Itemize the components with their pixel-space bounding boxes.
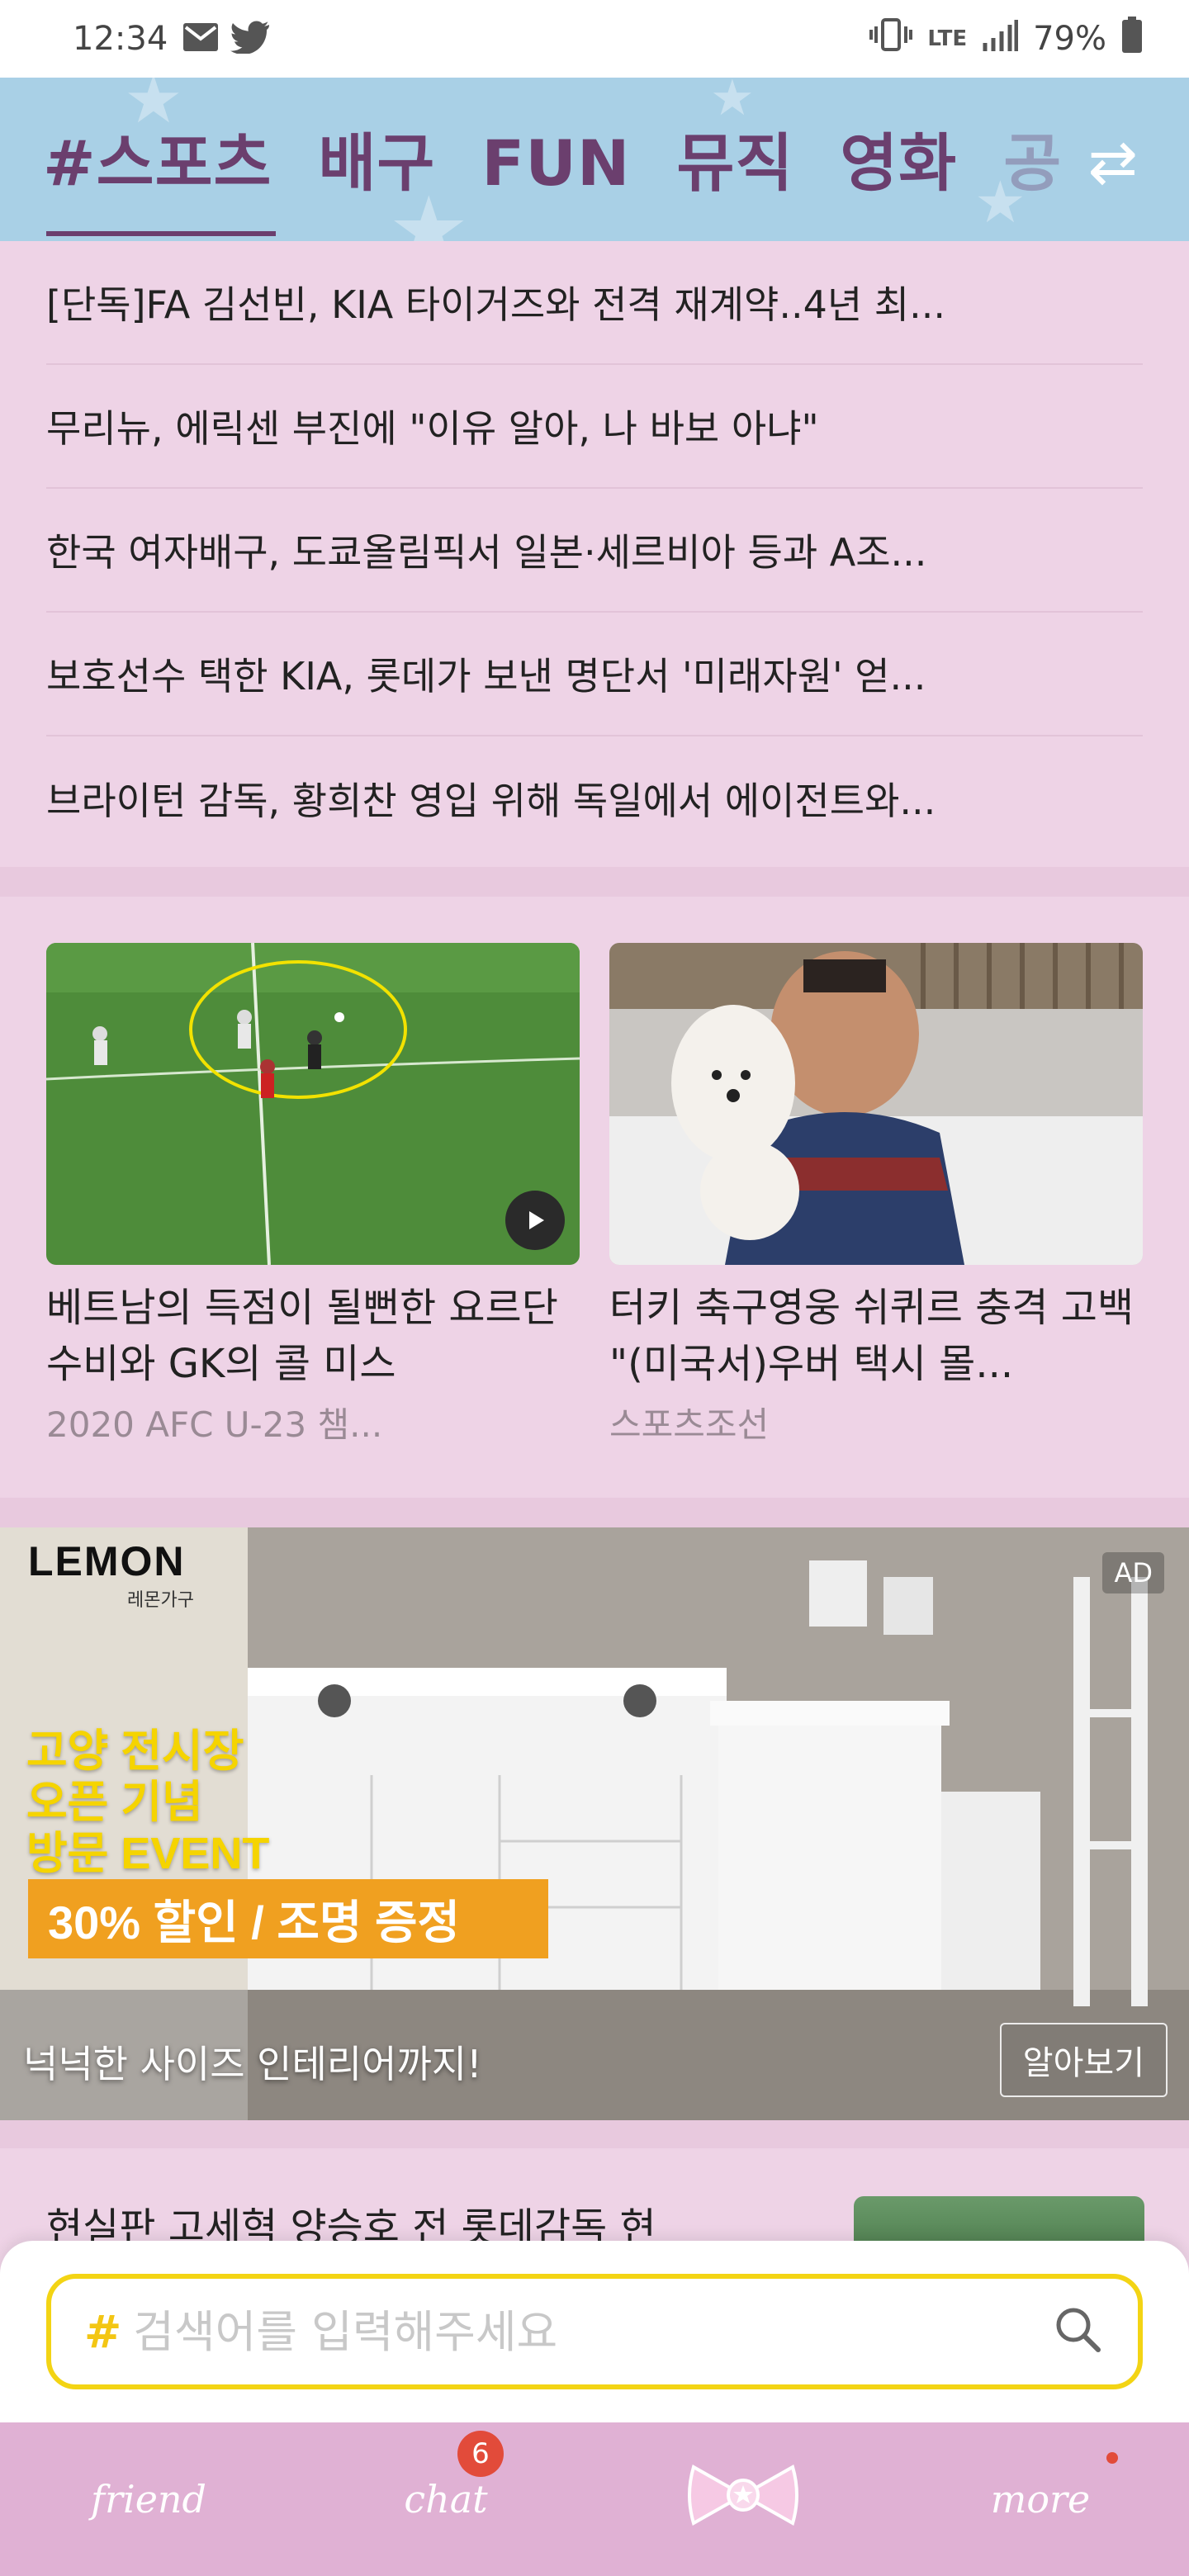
tab-music[interactable]: 뮤직 [677, 112, 794, 203]
search-icon[interactable] [1052, 2304, 1105, 2360]
category-tabs: ★ ★ ★ ★ #스포츠 배구 FUN 뮤직 영화 공 ⇄ [0, 78, 1189, 241]
battery-icon [1121, 17, 1143, 61]
tab-sports[interactable]: #스포츠 [43, 112, 272, 203]
swap-tabs-icon[interactable]: ⇄ [1088, 127, 1138, 197]
video-thumbnail[interactable] [46, 943, 580, 1265]
play-icon[interactable] [505, 1191, 565, 1250]
battery-percent: 79% [1033, 20, 1106, 58]
nav-chat[interactable]: chat 6 [297, 2431, 594, 2522]
nav-home[interactable] [594, 2462, 892, 2537]
card-title[interactable]: 터키 축구영웅 쉬퀴르 충격 고백 "(미국서)우버 택시 몰... [609, 1280, 1143, 1392]
news-card[interactable]: 터키 축구영웅 쉬퀴르 충격 고백 "(미국서)우버 택시 몰... 스포츠조선 [609, 943, 1143, 1447]
vibrate-icon [869, 17, 913, 61]
headline-item[interactable]: 보호선수 택한 KIA, 롯데가 보낸 명단서 '미래자원' 얻... [46, 613, 1143, 736]
ad-caption: 넉넉한 사이즈 인테리어까지! [23, 2042, 482, 2086]
tab-movie[interactable]: 영화 [840, 112, 957, 203]
ad-learn-more-button[interactable]: 알아보기 [999, 2023, 1168, 2097]
nav-chat-label[interactable]: chat [404, 2477, 487, 2522]
headline-item[interactable]: 한국 여자배구, 도쿄올림픽서 일본·세르비아 등과 A조... [46, 489, 1143, 613]
ad-promo-text: 고양 전시장 오픈 기념 방문 EVENT [26, 1726, 270, 1878]
active-tab-indicator [46, 231, 276, 236]
gmail-icon [182, 22, 219, 55]
card-source: 스포츠조선 [609, 1404, 770, 1445]
news-card[interactable]: 베트남의 득점이 될뻔한 요르단 수비와 GK의 콜 미스 2020 AFC U… [46, 943, 580, 1447]
ad-brand-sub: 레몬가구 [127, 1590, 194, 1611]
hashtag-icon: # [84, 2305, 122, 2358]
nav-more[interactable]: more [892, 2452, 1189, 2522]
headline-item[interactable]: 브라이턴 감독, 황희찬 영입 위해 독일에서 에이전트와... [46, 736, 1143, 860]
headline-list: [단독]FA 김선빈, KIA 타이거즈와 전격 재계약..4년 최... 무리… [0, 241, 1189, 867]
section-divider [0, 2120, 1189, 2150]
ad-badge: AD [1102, 1552, 1164, 1593]
network-type: LTE [927, 26, 968, 51]
headline-item[interactable]: [단독]FA 김선빈, KIA 타이거즈와 전격 재계약..4년 최... [46, 241, 1143, 365]
section-divider [0, 867, 1189, 897]
article-thumbnail[interactable] [609, 943, 1143, 1265]
ribbon-icon[interactable] [685, 2464, 801, 2537]
nav-friend[interactable]: friend [0, 2477, 297, 2522]
signal-icon [982, 18, 1019, 59]
ad-logo: LEMON 레몬가구 [28, 1537, 194, 1612]
search-sheet: # [0, 2241, 1189, 2422]
card-title[interactable]: 베트남의 득점이 될뻔한 요르단 수비와 GK의 콜 미스 [46, 1280, 580, 1392]
tab-next[interactable]: 공 [1003, 112, 1062, 203]
card-source: 2020 AFC U-23 챔... [46, 1404, 383, 1445]
twitter-icon [230, 21, 270, 57]
news-cards: 베트남의 득점이 될뻔한 요르단 수비와 GK의 콜 미스 2020 AFC U… [0, 897, 1189, 1491]
status-time: 12:34 [73, 20, 168, 58]
ad-discount: 30% 할인 / 조명 증정 [28, 1879, 548, 1958]
status-bar: 12:34 LTE 79% [0, 0, 1189, 78]
nav-more-label[interactable]: more [991, 2477, 1091, 2522]
tab-volleyball[interactable]: 배구 [318, 112, 435, 203]
search-input[interactable] [133, 2305, 1052, 2358]
tab-fun[interactable]: FUN [481, 126, 630, 200]
search-box[interactable]: # [46, 2274, 1143, 2389]
headline-item[interactable]: 무리뉴, 에릭센 부진에 "이유 알아, 나 바보 아냐" [46, 365, 1143, 489]
advertisement-banner[interactable]: LEMON 레몬가구 AD 고양 전시장 오픈 기념 방문 EVENT 30% … [0, 1527, 1189, 2120]
bottom-nav: friend chat 6 more [0, 2422, 1189, 2576]
section-divider [0, 1498, 1189, 1527]
ad-brand: LEMON [28, 1538, 186, 1584]
chat-badge: 6 [457, 2431, 504, 2477]
notification-dot [1106, 2452, 1118, 2464]
